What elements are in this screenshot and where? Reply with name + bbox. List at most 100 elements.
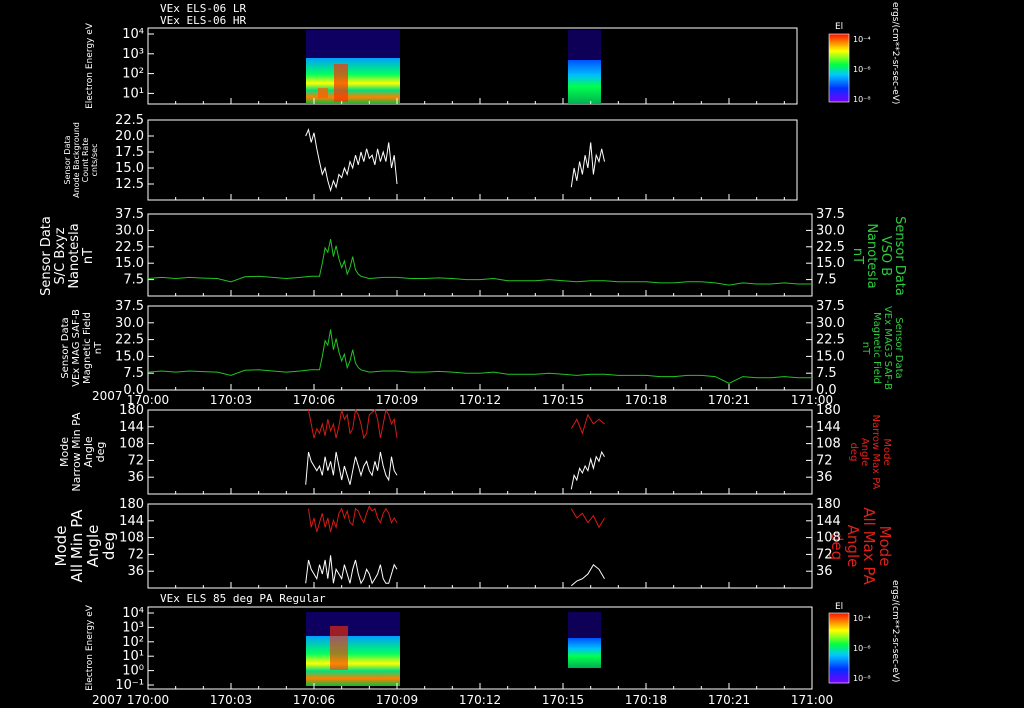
ylabel-right-mag-3: Magnetic Field — [871, 312, 882, 384]
panel-frame-narrow-pa — [147, 409, 813, 495]
ytick-label-right: 36 — [816, 564, 833, 579]
ylabel-mag-2: VEx MAG SAF-B — [71, 309, 82, 387]
ylabel-right-narrow-3: Angle — [859, 438, 870, 466]
ytick-label: 10¹ — [122, 649, 144, 664]
time-tick-label: 170:12 — [459, 693, 501, 707]
colorbar-top-tick-2: 10⁻⁶ — [853, 65, 871, 74]
ylabel-right-narrow-4: deg — [848, 443, 859, 462]
ytick-label-right: 108 — [816, 531, 841, 546]
colorbar-bottom-title: El — [835, 602, 843, 612]
ytick-label: 10³ — [122, 47, 144, 62]
time-tick-label: 170:21 — [708, 393, 750, 407]
ytick-label-right: 7.5 — [816, 273, 837, 288]
colorbar-bottom-tick-3: 10⁻⁸ — [853, 674, 871, 683]
series-line — [570, 508, 605, 529]
series-line — [570, 563, 605, 587]
ytick-label: 10³ — [122, 620, 144, 635]
ylabel-right-mag-4: nT — [860, 342, 871, 355]
ytick-label-right: 144 — [816, 514, 841, 529]
ylabel-right-narrow-1: Mode — [881, 438, 892, 465]
series-line — [570, 142, 605, 188]
ylabel-bxyz-1: Sensor Data — [39, 216, 54, 296]
ylabel-mag-3: Magnetic Field — [82, 312, 93, 384]
time-tick-label: 170:09 — [376, 393, 418, 407]
ylabel-right-bxyz-1: Sensor Data — [892, 216, 907, 296]
colorbar-top-title: El — [835, 22, 843, 32]
ytick-label-right: 72 — [816, 453, 833, 468]
title-top-hr: VEx ELS-06 HR — [160, 14, 246, 27]
colorbar-top: El 10⁻⁴ 10⁻⁶ 10⁻⁸ ergs/(cm**2-sr-sec-eV) — [828, 2, 900, 104]
series-line — [305, 451, 398, 485]
chart-marks: 10⁴10³10²10¹22.520.017.515.012.537.5 37.5… — [115, 27, 845, 707]
ylabel-narrow-4: deg — [94, 442, 107, 463]
spectrogram-bottom — [306, 612, 601, 686]
series-line — [147, 238, 812, 286]
ylabel-right-mag-2: VEx MAG3 SAF-B — [882, 306, 893, 390]
ytick-label: 7.5 — [123, 273, 144, 288]
ylabel-bxyz-3: Nanotesla — [67, 223, 82, 288]
time-tick-label: 170:12 — [459, 393, 501, 407]
series-line — [570, 413, 605, 435]
ytick-label-right: 22.5 — [816, 240, 845, 255]
series-line — [305, 555, 398, 585]
left-axis-titles: Electron Energy eV Sensor Data Anode Bac… — [39, 22, 118, 691]
ylabel-right-bxyz-3: Nanotesla — [864, 223, 879, 288]
ytick-label: 180 — [119, 497, 144, 512]
colorbar-top-tick-3: 10⁻⁸ — [853, 95, 871, 104]
panel-frame-spectrogram-top — [147, 27, 798, 105]
ylabel-mag-4: nT — [93, 341, 104, 354]
ylabel-mag-1: Sensor Data — [60, 317, 71, 378]
ylabel-right-narrow-2: Narrow Max PA — [870, 415, 881, 490]
ytick-label: 17.5 — [115, 145, 144, 160]
ytick-label: 22.5 — [115, 240, 144, 255]
time-tick-label: 170:00 — [127, 693, 169, 707]
time-tick-label: 171:00 — [791, 393, 833, 407]
time-tick-label: 170:15 — [542, 693, 584, 707]
ytick-label: 15.0 — [115, 349, 144, 364]
ytick-label: 15.0 — [115, 256, 144, 271]
panel-frame-anode — [147, 119, 798, 201]
series-line — [147, 329, 812, 384]
ytick-label: 12.5 — [115, 177, 144, 192]
svg-text:Electron Energy eV: Electron Energy eV — [85, 22, 95, 109]
ylabel-anode-3: Count Rate — [81, 138, 90, 183]
ylabel-spec-top-1: Electron Energy eV — [85, 22, 95, 109]
ylabel-spec-bottom: Electron Energy eV — [85, 604, 95, 691]
time-tick-label: 170:03 — [210, 393, 252, 407]
colorbar-bottom: El 10⁻⁴ 10⁻⁶ 10⁻⁸ ergs/(cm**2-sr-sec-eV) — [828, 580, 900, 684]
ylabel-right-bxyz-4: nT — [850, 248, 865, 264]
ylabel-anode-2: Anode Background — [72, 122, 81, 198]
ytick-label: 7.5 — [123, 366, 144, 381]
time-tick-label: 170:18 — [625, 693, 667, 707]
ytick-label: 36 — [127, 564, 144, 579]
ytick-label-right: 36 — [816, 470, 833, 485]
time-tick-label: 170:15 — [542, 393, 584, 407]
time-tick-label: 170:09 — [376, 693, 418, 707]
ytick-label: 37.5 — [115, 207, 144, 222]
ytick-label-right: 108 — [816, 437, 841, 452]
year-label-bottom: 2007 — [92, 693, 123, 707]
ytick-label: 30.0 — [115, 223, 144, 238]
ylabel-anode-1: Sensor Data — [63, 135, 72, 184]
panel-frame-bxyz — [147, 213, 813, 297]
ytick-label-right: 30.0 — [816, 223, 845, 238]
time-tick-label: 170:03 — [210, 693, 252, 707]
ytick-label: 10¹ — [122, 86, 144, 101]
ylabel-anode-4: cnts/sec — [90, 144, 99, 177]
ytick-label-right: 180 — [816, 497, 841, 512]
ytick-label: 15.0 — [115, 161, 144, 176]
ytick-label: 10⁴ — [122, 27, 144, 42]
ytick-label: 72 — [127, 453, 144, 468]
ytick-label: 30.0 — [115, 316, 144, 331]
ytick-label: 144 — [119, 420, 144, 435]
time-tick-label: 170:18 — [625, 393, 667, 407]
ytick-label: 22.5 — [115, 113, 144, 128]
ytick-label: 108 — [119, 437, 144, 452]
ylabel-bxyz-4: nT — [81, 248, 96, 264]
ytick-label: 108 — [119, 531, 144, 546]
series-line — [305, 127, 398, 193]
colorbar-top-unit: ergs/(cm**2-sr-sec-eV) — [890, 2, 900, 104]
ytick-label-right: 15.0 — [816, 256, 845, 271]
ytick-label-right: 7.5 — [816, 366, 837, 381]
ytick-label-right: 22.5 — [816, 333, 845, 348]
